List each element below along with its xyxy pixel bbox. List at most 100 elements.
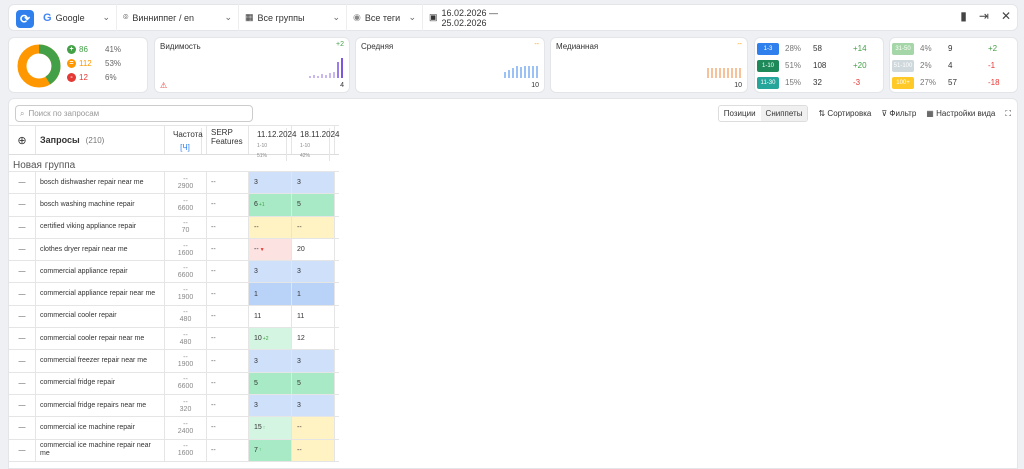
query-text[interactable]: certified viking appliance repair [36,216,165,238]
position-cell-date1[interactable]: 11 [249,305,292,328]
groups-select[interactable]: ▦ Все группы ⌄ [239,4,347,31]
position-cell-date2[interactable]: 20 [292,238,335,261]
serp-header[interactable]: SERP Features [207,126,249,154]
table-row[interactable]: — commercial appliance repair near me -- 19… [9,283,339,306]
query-text[interactable]: clothes dryer repair near me [36,238,165,261]
tab-positions[interactable]: Позиции [719,106,761,121]
date1-header[interactable]: 11.12.2024 1-10 51% [249,126,296,161]
table-row[interactable]: — commercial ice machine repair near me --… [9,439,339,462]
search-input[interactable]: ⌕ Поиск по запросам [15,105,253,122]
table-row[interactable]: — commercial fridge repairs near me -- 320-… [9,394,339,418]
query-text[interactable]: commercial freezer repair near me [36,350,165,372]
position-cell-date1[interactable]: 5 [249,372,292,394]
position-cell-date1[interactable]: 3 [249,172,292,194]
position-cell-date1[interactable]: 15 ↑ [249,417,292,439]
refresh-button[interactable]: ⟳ [16,10,34,28]
table-icon: ▦ [926,109,934,118]
range-row[interactable]: 51-100 2% 4 -1 [890,57,1017,74]
position-cell-date2[interactable]: -- [292,216,335,238]
tools-icon[interactable]: ✕ [1001,9,1011,23]
frequency-cell: -- 6600 [165,261,207,283]
row-collapse-icon[interactable]: — [9,372,36,394]
position-cell-date1[interactable]: 6 +1 [249,194,292,216]
position-cell-date2[interactable]: 11 [292,305,335,328]
serp-cell: -- [207,350,249,372]
range-row[interactable]: 1-10 51% 108 +20 [755,57,883,74]
position-cell-date1[interactable]: 1 [249,283,292,305]
position-cell-date1[interactable]: 7 ↑ [249,439,292,461]
query-text[interactable]: bosch washing machine repair [36,194,165,216]
position-cell-date2[interactable]: 3 [292,394,335,417]
position-cell-date1[interactable]: 3 [249,350,292,372]
range-row[interactable]: 31-50 4% 9 +2 [890,40,1017,57]
range-row[interactable]: 1-3 28% 58 +14 [755,40,883,57]
expand-icon[interactable]: ⛶ [1005,109,1011,119]
crosshair-icon[interactable]: ⊕ [9,126,36,154]
queries-header[interactable]: Запросы (210) [36,126,165,154]
query-text[interactable]: bosch dishwasher repair near me [36,172,165,194]
table-row[interactable]: — certified viking appliance repair -- 70 --… [9,216,339,239]
position-cell-date2[interactable]: 12 [292,328,335,350]
table-row[interactable]: — commercial appliance repair -- 6600 -- 3 3 [9,261,339,284]
position-cell-date2[interactable]: 3 [292,261,335,283]
range-row[interactable]: 11-30 15% 32 -3 [755,74,883,91]
table-row[interactable]: — commercial fridge repair -- 6600 -- 5 5 [9,372,339,395]
view-settings-button[interactable]: ▦ Настройки вида [926,109,995,118]
row-collapse-icon[interactable]: — [9,261,36,283]
query-text[interactable]: commercial cooler repair near me [36,328,165,350]
query-text[interactable]: commercial ice machine repair [36,417,165,439]
date-range-picker[interactable]: ▣ 16.02.2026 — 25.02.2026 [423,4,551,31]
position-cell-date1[interactable]: -- [249,216,292,238]
query-text[interactable]: commercial appliance repair [36,261,165,283]
tags-select[interactable]: ◉ Все теги ⌄ [347,4,423,31]
table-row[interactable]: — commercial ice machine repair -- 2400 -- 15… [9,417,339,440]
position-cell-date2[interactable]: 3 [292,350,335,372]
table-row[interactable]: — bosch washing machine repair -- 6600 -- 6 +1… [9,194,339,217]
row-collapse-icon[interactable]: — [9,328,36,350]
position-cell-date2[interactable]: 5 [292,194,335,216]
range-row[interactable]: 100+ 27% 57 -18 [890,74,1017,91]
row-collapse-icon[interactable]: — [9,216,36,238]
row-collapse-icon[interactable]: — [9,439,36,461]
row-collapse-icon[interactable]: — [9,417,36,439]
chart-icon[interactable]: ▮ [960,9,967,23]
table-row[interactable]: — commercial freezer repair near me -- 1900… [9,350,339,373]
positions-panel: ⌕ Поиск по запросам Позиции Сниппеты ⇅ С… [8,98,1018,469]
frequency-header[interactable]: Частота [Ч] [165,126,207,154]
date2-header[interactable]: 18.11.2024 1-10 42% [292,126,339,161]
row-collapse-icon[interactable]: — [9,394,36,417]
region-select[interactable]: ⌾ Винниппег / en ⌄ [117,4,239,31]
query-text[interactable]: commercial appliance repair near me [36,283,165,305]
row-collapse-icon[interactable]: — [9,194,36,216]
query-text[interactable]: commercial fridge repairs near me [36,394,165,417]
row-collapse-icon[interactable]: — [9,238,36,261]
table-row[interactable]: — clothes dryer repair near me -- 1600 -- -- ▼… [9,238,339,262]
row-collapse-icon[interactable]: — [9,350,36,372]
table-row[interactable]: — commercial cooler repair -- 480 -- 11 11 [9,305,339,329]
engine-select[interactable]: G Google ⌄ [37,4,117,31]
export-icon[interactable]: ⇥ [979,9,989,23]
tab-snippets[interactable]: Сниппеты [760,106,808,121]
group-header[interactable]: Новая группа [9,155,339,172]
query-text[interactable]: commercial cooler repair [36,305,165,328]
query-text[interactable]: commercial fridge repair [36,372,165,394]
position-cell-date2[interactable]: 5 [292,372,335,394]
metric-value: 10 [734,82,742,89]
table-row[interactable]: — bosch dishwasher repair near me -- 2900 --… [9,172,339,195]
row-collapse-icon[interactable]: — [9,305,36,328]
position-cell-date2[interactable]: -- [292,439,335,461]
row-collapse-icon[interactable]: — [9,283,36,305]
filter-button[interactable]: ⊽ Фильтр [881,109,916,118]
position-cell-date1[interactable]: 3 [249,394,292,417]
position-cell-date1[interactable]: 3 [249,261,292,283]
position-cell-date2[interactable]: -- [292,417,335,439]
position-cell-date2[interactable]: 1 [292,283,335,305]
row-collapse-icon[interactable]: — [9,172,36,194]
table-row[interactable]: — commercial cooler repair near me -- 480 --… [9,328,339,351]
date-range-label: 16.02.2026 — 25.02.2026 [441,7,499,28]
position-cell-date1[interactable]: 10 +2 [249,328,292,350]
query-text[interactable]: commercial ice machine repair near me [36,439,165,461]
sort-button[interactable]: ⇅ Сортировка [818,109,871,118]
position-cell-date2[interactable]: 3 [292,172,335,194]
position-cell-date1[interactable]: -- ▼ [249,238,292,261]
